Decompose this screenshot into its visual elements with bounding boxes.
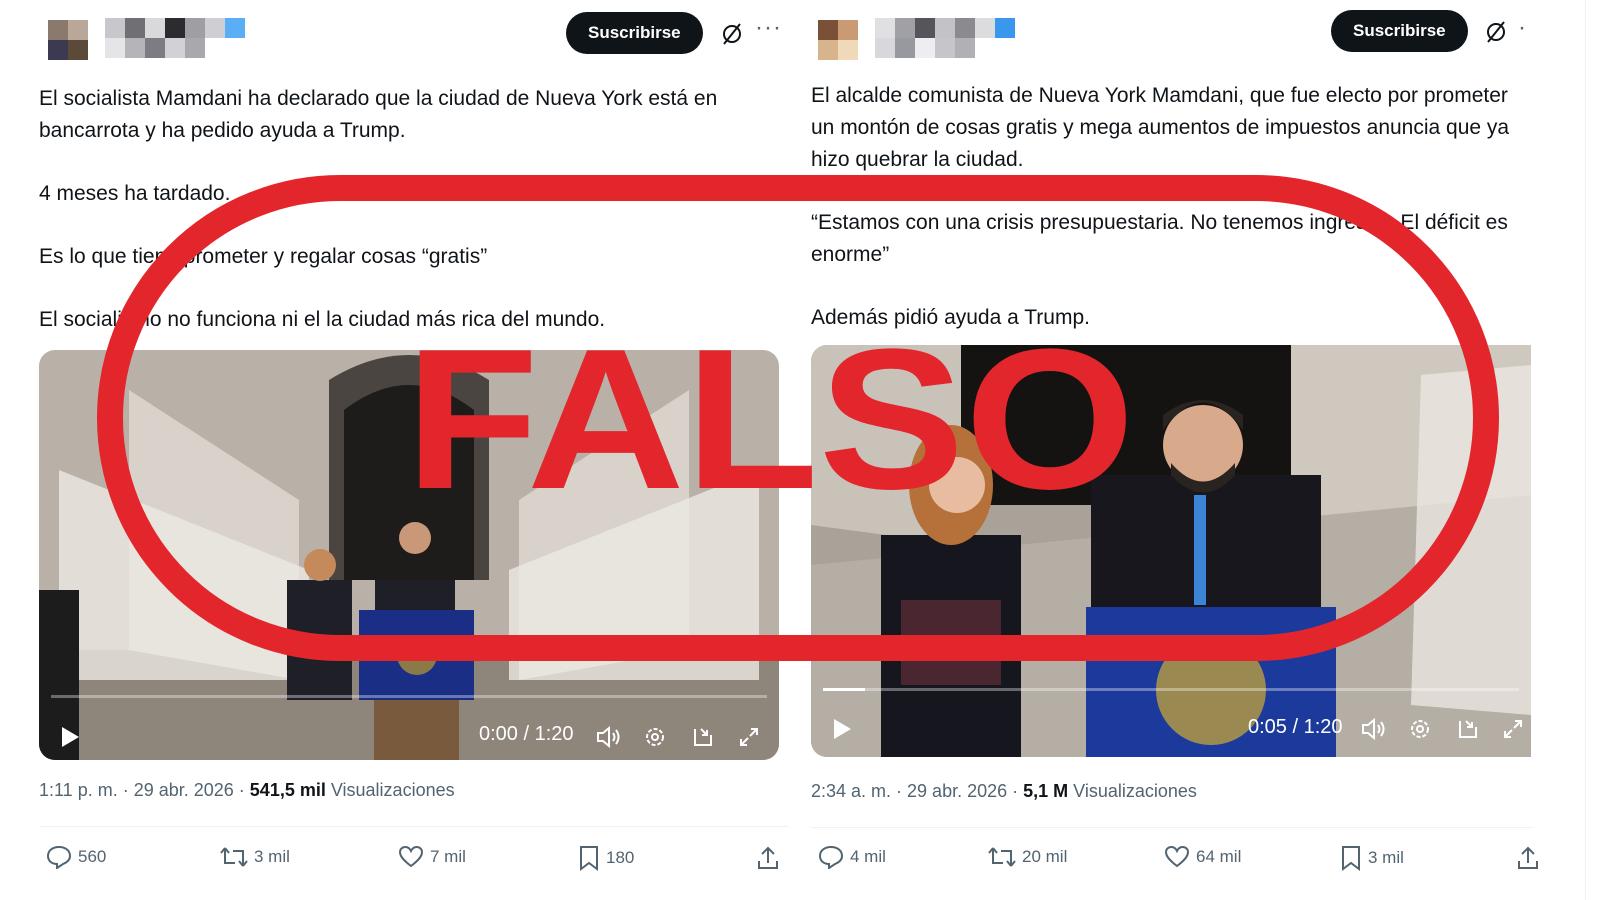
tweet-left: Suscribirse ··· El socialista Mamdani ha… — [0, 0, 800, 900]
tweet-timestamp[interactable]: 2:34 a. m. · 29 abr. 2026 · — [811, 781, 1023, 801]
tweet-meta: 1:11 p. m. · 29 abr. 2026 · 541,5 mil Vi… — [39, 780, 455, 801]
action-bar: 560 3 mil 7 mil 180 — [46, 845, 796, 871]
share-button[interactable] — [1516, 845, 1540, 871]
pip-button[interactable] — [1456, 717, 1480, 741]
volume-button[interactable] — [1361, 717, 1387, 741]
action-bar: 4 mil 20 mil 64 mil 3 mil — [818, 845, 1578, 871]
video-progress-fill — [823, 688, 865, 691]
fullscreen-icon — [1504, 720, 1522, 738]
video-player[interactable]: 0:00 / 1:20 — [39, 350, 779, 760]
play-button[interactable] — [831, 717, 853, 741]
video-time: 0:00 / 1:20 — [479, 723, 574, 745]
tweet-paragraph: 4 meses ha tardado. — [39, 182, 231, 205]
repost-count: 3 mil — [254, 847, 290, 866]
tweet-text: El socialista Mamdani ha declarado que l… — [39, 83, 789, 367]
repost-count: 20 mil — [1022, 847, 1068, 866]
tweet-timestamp[interactable]: 1:11 p. m. · 29 abr. 2026 · — [39, 780, 250, 800]
column-separator — [1585, 0, 1586, 900]
tweet-right: Suscribirse · El alcalde comunista de Nu… — [800, 0, 1585, 900]
more-options-icon[interactable]: ··· — [755, 14, 782, 42]
reply-count: 560 — [78, 847, 107, 866]
tweet-paragraph: Además pidió ayuda a Trump. — [811, 306, 1090, 329]
views-label: Visualizaciones — [325, 780, 455, 800]
volume-button[interactable] — [596, 725, 622, 749]
picture-in-picture-icon — [694, 728, 712, 746]
play-button[interactable] — [59, 725, 81, 749]
bookmark-icon — [1342, 846, 1360, 871]
play-icon — [62, 727, 79, 747]
like-count: 7 mil — [430, 847, 466, 866]
like-button[interactable]: 64 mil — [1164, 845, 1241, 869]
divider — [39, 826, 789, 827]
reply-icon — [46, 845, 72, 869]
share-icon — [758, 846, 778, 869]
tweet-meta: 2:34 a. m. · 29 abr. 2026 · 5,1 M Visual… — [811, 781, 1197, 802]
views-count: 541,5 mil — [249, 780, 326, 800]
play-icon — [834, 719, 851, 739]
more-options-icon[interactable]: · — [1518, 14, 1527, 42]
avatar[interactable] — [818, 20, 858, 60]
views-label: Visualizaciones — [1068, 781, 1197, 801]
fullscreen-icon — [740, 728, 758, 746]
bookmark-button[interactable]: 3 mil — [1340, 845, 1404, 871]
video-frame-image — [811, 345, 1531, 757]
repost-button[interactable]: 3 mil — [220, 845, 290, 869]
grok-icon[interactable] — [720, 22, 744, 46]
tweet-paragraph: El socialista Mamdani ha declarado que l… — [39, 87, 718, 142]
tweet-paragraph: Es lo que tiene prometer y regalar cosas… — [39, 245, 488, 268]
volume-icon — [597, 725, 620, 749]
tweet-paragraph: El socialismo no funciona ni el la ciuda… — [39, 308, 606, 331]
blurred-username[interactable] — [875, 18, 1015, 58]
video-progress-bar[interactable] — [51, 695, 767, 698]
reply-icon — [818, 845, 844, 869]
bookmark-count: 3 mil — [1368, 848, 1404, 867]
divider — [811, 827, 1533, 828]
bookmark-icon — [580, 846, 598, 871]
pip-button[interactable] — [691, 725, 715, 749]
bookmark-button[interactable]: 180 — [578, 845, 634, 871]
settings-button[interactable] — [1408, 717, 1432, 741]
like-count: 64 mil — [1196, 847, 1242, 866]
video-player[interactable]: 0:05 / 1:20 — [811, 345, 1531, 757]
tweet-paragraph: El alcalde comunista de Nueva York Mamda… — [811, 84, 1510, 171]
tweet-text: El alcalde comunista de Nueva York Mamda… — [811, 80, 1533, 365]
subscribe-button[interactable]: Suscribirse — [1331, 10, 1468, 52]
video-frame-image — [39, 350, 779, 760]
reply-button[interactable]: 4 mil — [818, 845, 886, 869]
views-count: 5,1 M — [1023, 781, 1069, 801]
bookmark-count: 180 — [606, 848, 635, 867]
share-icon — [1518, 846, 1538, 869]
share-button[interactable] — [756, 845, 780, 871]
blurred-username[interactable] — [105, 18, 245, 58]
video-progress-bar[interactable] — [823, 688, 1519, 691]
repost-icon — [988, 847, 1016, 867]
video-time: 0:05 / 1:20 — [1248, 716, 1343, 738]
heart-icon — [398, 845, 424, 868]
picture-in-picture-icon — [1459, 720, 1477, 738]
reply-count: 4 mil — [850, 847, 886, 866]
reply-button[interactable]: 560 — [46, 845, 106, 869]
fullscreen-button[interactable] — [737, 725, 761, 749]
fullscreen-button[interactable] — [1501, 717, 1525, 741]
repost-button[interactable]: 20 mil — [988, 845, 1067, 869]
repost-icon — [220, 847, 248, 867]
gear-icon — [646, 728, 664, 746]
avatar[interactable] — [48, 20, 88, 60]
gear-icon — [1411, 720, 1429, 738]
subscribe-button[interactable]: Suscribirse — [566, 12, 703, 54]
like-button[interactable]: 7 mil — [398, 845, 466, 869]
tweet-paragraph: “Estamos con una crisis presupuestaria. … — [811, 211, 1508, 266]
grok-icon[interactable] — [1484, 20, 1508, 44]
heart-icon — [1164, 845, 1190, 868]
volume-icon — [1362, 717, 1385, 741]
settings-button[interactable] — [643, 725, 667, 749]
